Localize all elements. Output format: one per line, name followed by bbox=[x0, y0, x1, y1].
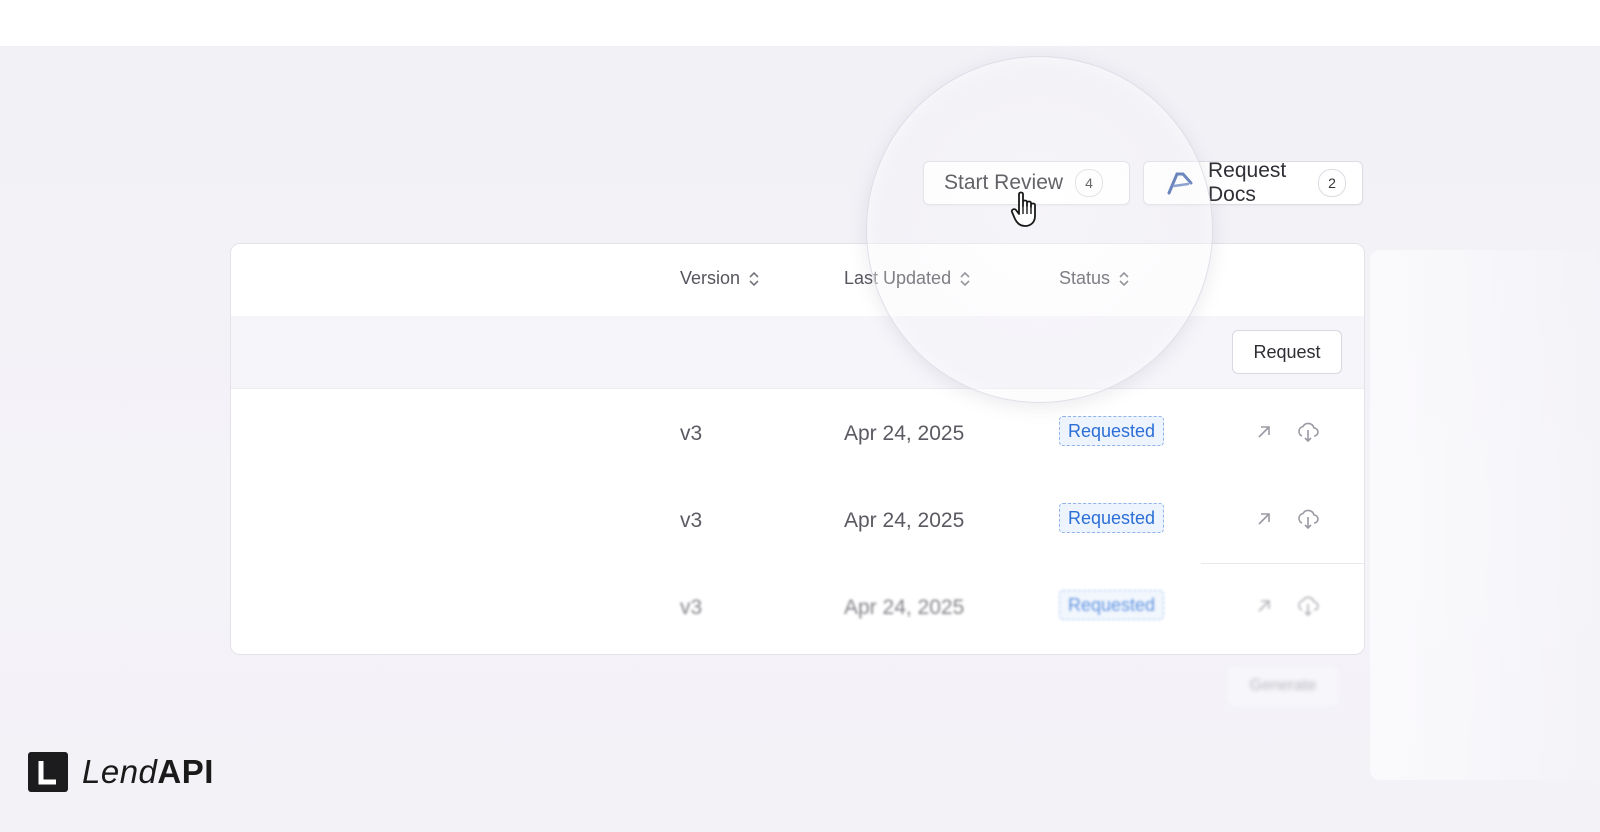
sort-icon bbox=[960, 271, 970, 286]
column-header-version[interactable]: Version bbox=[680, 268, 760, 289]
brand-name-lend: Lend bbox=[82, 753, 158, 790]
filter-row: Request bbox=[231, 316, 1364, 389]
top-band bbox=[0, 0, 1600, 46]
request-docs-label: Request Docs bbox=[1208, 159, 1287, 206]
documents-table: Version Last Updated Status Request v3 A… bbox=[230, 243, 1365, 655]
hand-cursor-icon bbox=[1010, 191, 1036, 227]
cloud-download-icon[interactable] bbox=[1295, 593, 1321, 619]
brand-name-api: API bbox=[157, 753, 214, 790]
open-external-icon[interactable] bbox=[1251, 593, 1277, 619]
brand-logo: LendAPI bbox=[28, 752, 214, 792]
request-button[interactable]: Request bbox=[1232, 330, 1342, 374]
background-panel bbox=[1370, 250, 1600, 780]
version-cell: v3 bbox=[680, 596, 703, 619]
cloud-download-icon[interactable] bbox=[1295, 419, 1321, 445]
last-updated-cell: Apr 24, 2025 bbox=[844, 509, 965, 532]
sort-icon bbox=[749, 271, 759, 286]
lendapi-logo-icon bbox=[28, 752, 68, 792]
request-docs-button[interactable]: Request Docs 2 bbox=[1143, 159, 1363, 206]
cloud-download-icon[interactable] bbox=[1295, 506, 1321, 532]
generate-button[interactable]: Generate bbox=[1228, 666, 1338, 706]
last-updated-cell: Apr 24, 2025 bbox=[844, 596, 965, 619]
status-badge: Requested bbox=[1059, 416, 1165, 446]
request-docs-count-badge: 2 bbox=[1318, 169, 1346, 197]
column-header-label: Version bbox=[680, 268, 741, 288]
sort-icon bbox=[1119, 271, 1129, 286]
column-header-status[interactable]: Status bbox=[1059, 268, 1130, 289]
version-cell: v3 bbox=[680, 509, 703, 532]
open-external-icon[interactable] bbox=[1251, 506, 1277, 532]
column-header-last-updated[interactable]: Last Updated bbox=[844, 268, 971, 289]
open-external-icon[interactable] bbox=[1251, 419, 1277, 445]
version-cell: v3 bbox=[680, 422, 703, 445]
request-docs-icon bbox=[1166, 171, 1196, 195]
brand-name: LendAPI bbox=[82, 753, 214, 791]
start-review-count-badge: 4 bbox=[1075, 169, 1104, 197]
table-header: Version Last Updated Status bbox=[231, 244, 1364, 317]
column-header-label: Status bbox=[1059, 268, 1111, 288]
table-row[interactable]: v3 Apr 24, 2025 Requested bbox=[231, 477, 1364, 564]
table-row[interactable]: v3 Apr 24, 2025 Requested bbox=[231, 564, 1364, 651]
last-updated-cell: Apr 24, 2025 bbox=[844, 422, 965, 445]
start-review-label: Start Review bbox=[944, 171, 1064, 194]
column-header-label: Last Updated bbox=[844, 268, 952, 288]
status-badge: Requested bbox=[1059, 503, 1165, 533]
table-row[interactable]: v3 Apr 24, 2025 Requested bbox=[231, 390, 1364, 477]
status-badge: Requested bbox=[1059, 590, 1165, 620]
